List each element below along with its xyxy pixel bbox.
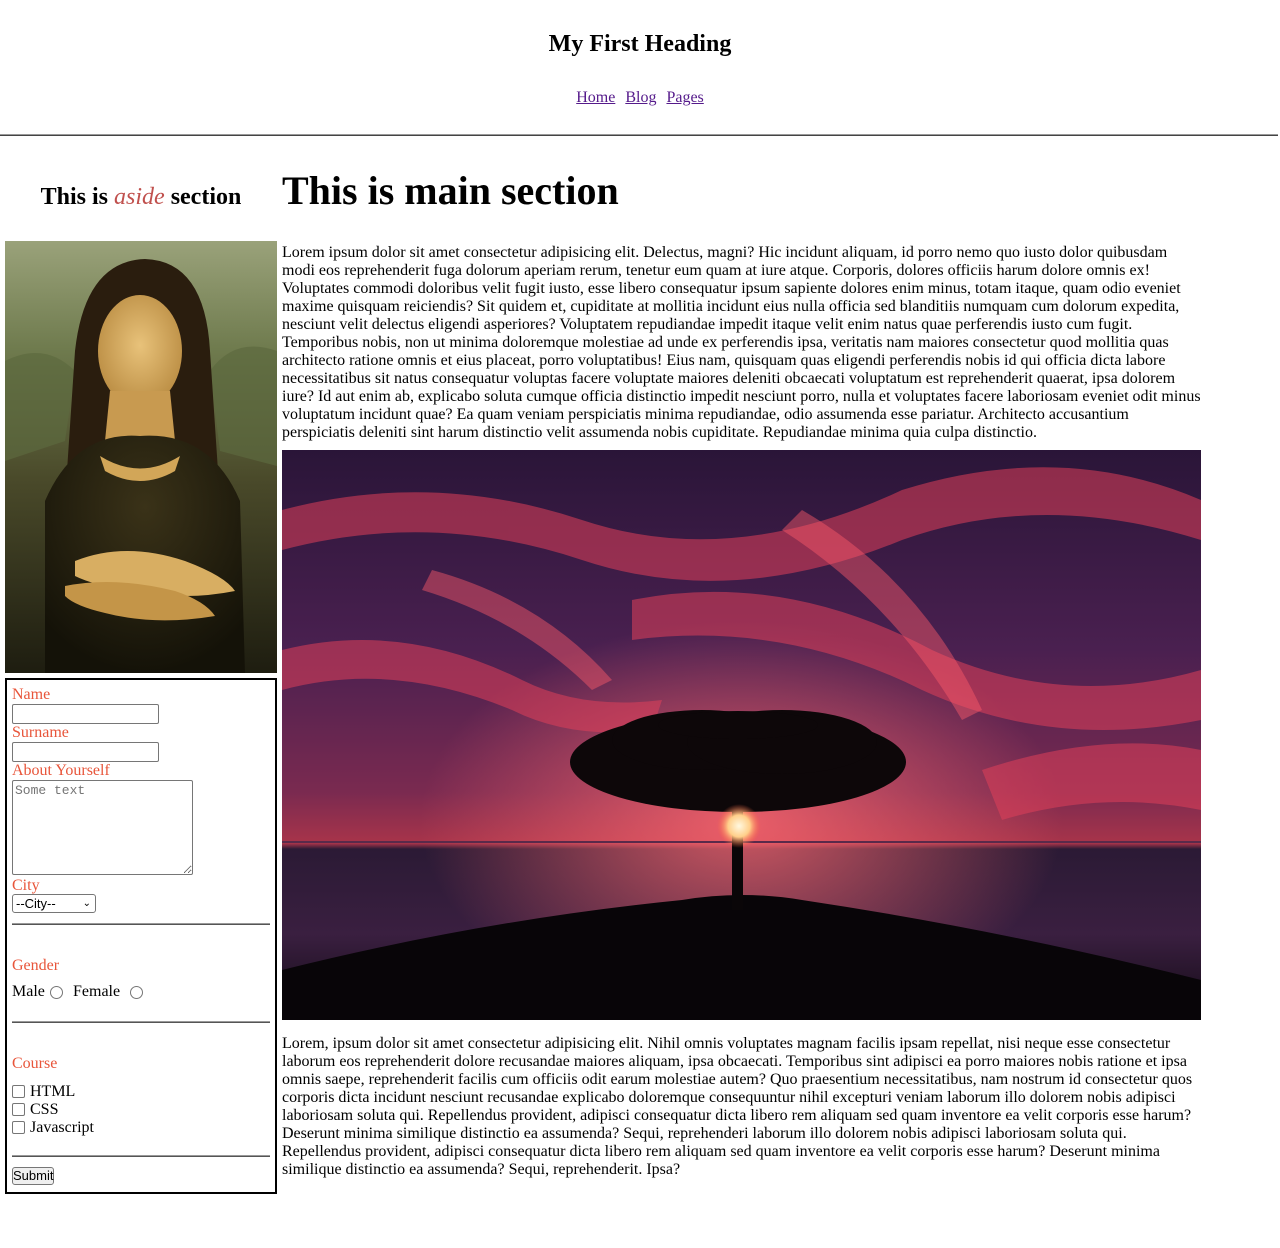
surname-input[interactable] bbox=[12, 742, 159, 762]
course-option-css-label: CSS bbox=[30, 1101, 59, 1118]
course-option-javascript-label: Javascript bbox=[30, 1119, 94, 1136]
aside-title-after: section bbox=[170, 184, 242, 210]
main-title: This is main section bbox=[282, 168, 619, 213]
gender-radio-male[interactable] bbox=[50, 986, 63, 999]
signup-form: Name Surname About Yourself City --City-… bbox=[5, 678, 277, 1194]
surname-label: Surname bbox=[12, 724, 69, 741]
city-select[interactable]: --City-- ⌄ bbox=[12, 894, 96, 913]
form-divider bbox=[12, 1021, 270, 1023]
page-title: My First Heading bbox=[548, 31, 732, 57]
city-label: City bbox=[12, 877, 40, 894]
main-paragraph-1: Lorem ipsum dolor sit amet consectetur a… bbox=[282, 244, 1201, 441]
course-checkbox-css[interactable] bbox=[12, 1103, 25, 1116]
header-divider bbox=[0, 134, 1278, 136]
mona-lisa-image bbox=[5, 241, 277, 673]
about-label: About Yourself bbox=[12, 762, 110, 779]
course-option-html-label: HTML bbox=[30, 1083, 76, 1100]
aside-title-emphasis: aside bbox=[114, 184, 165, 210]
submit-button[interactable]: Submit bbox=[12, 1167, 54, 1185]
name-input[interactable] bbox=[12, 704, 159, 724]
nav-link-home[interactable]: Home bbox=[576, 89, 615, 106]
sunset-tree-image bbox=[282, 450, 1201, 1020]
course-label: Course bbox=[12, 1055, 58, 1072]
about-textarea[interactable] bbox=[12, 780, 193, 875]
gender-label: Gender bbox=[12, 957, 60, 974]
page-header: My First Heading Home Blog Pages bbox=[0, 0, 1280, 138]
aside-title-before: This is bbox=[40, 184, 109, 210]
nav-link-blog[interactable]: Blog bbox=[625, 89, 656, 106]
form-divider bbox=[12, 923, 270, 925]
top-nav: Home Blog Pages bbox=[0, 88, 1280, 108]
main-paragraph-2: Lorem, ipsum dolor sit amet consectetur … bbox=[282, 1035, 1193, 1178]
city-select-value: --City-- bbox=[16, 896, 56, 911]
nav-link-pages[interactable]: Pages bbox=[666, 89, 703, 106]
gender-radio-female[interactable] bbox=[130, 986, 143, 999]
course-checkbox-javascript[interactable] bbox=[12, 1121, 25, 1134]
course-checkbox-html[interactable] bbox=[12, 1085, 25, 1098]
gender-option-female-label: Female bbox=[73, 983, 121, 1000]
gender-option-male-label: Male bbox=[12, 983, 45, 1000]
aside-title: This is aside section bbox=[5, 183, 277, 211]
form-divider bbox=[12, 1155, 270, 1157]
chevron-down-icon: ⌄ bbox=[82, 898, 91, 909]
name-label: Name bbox=[12, 686, 51, 703]
